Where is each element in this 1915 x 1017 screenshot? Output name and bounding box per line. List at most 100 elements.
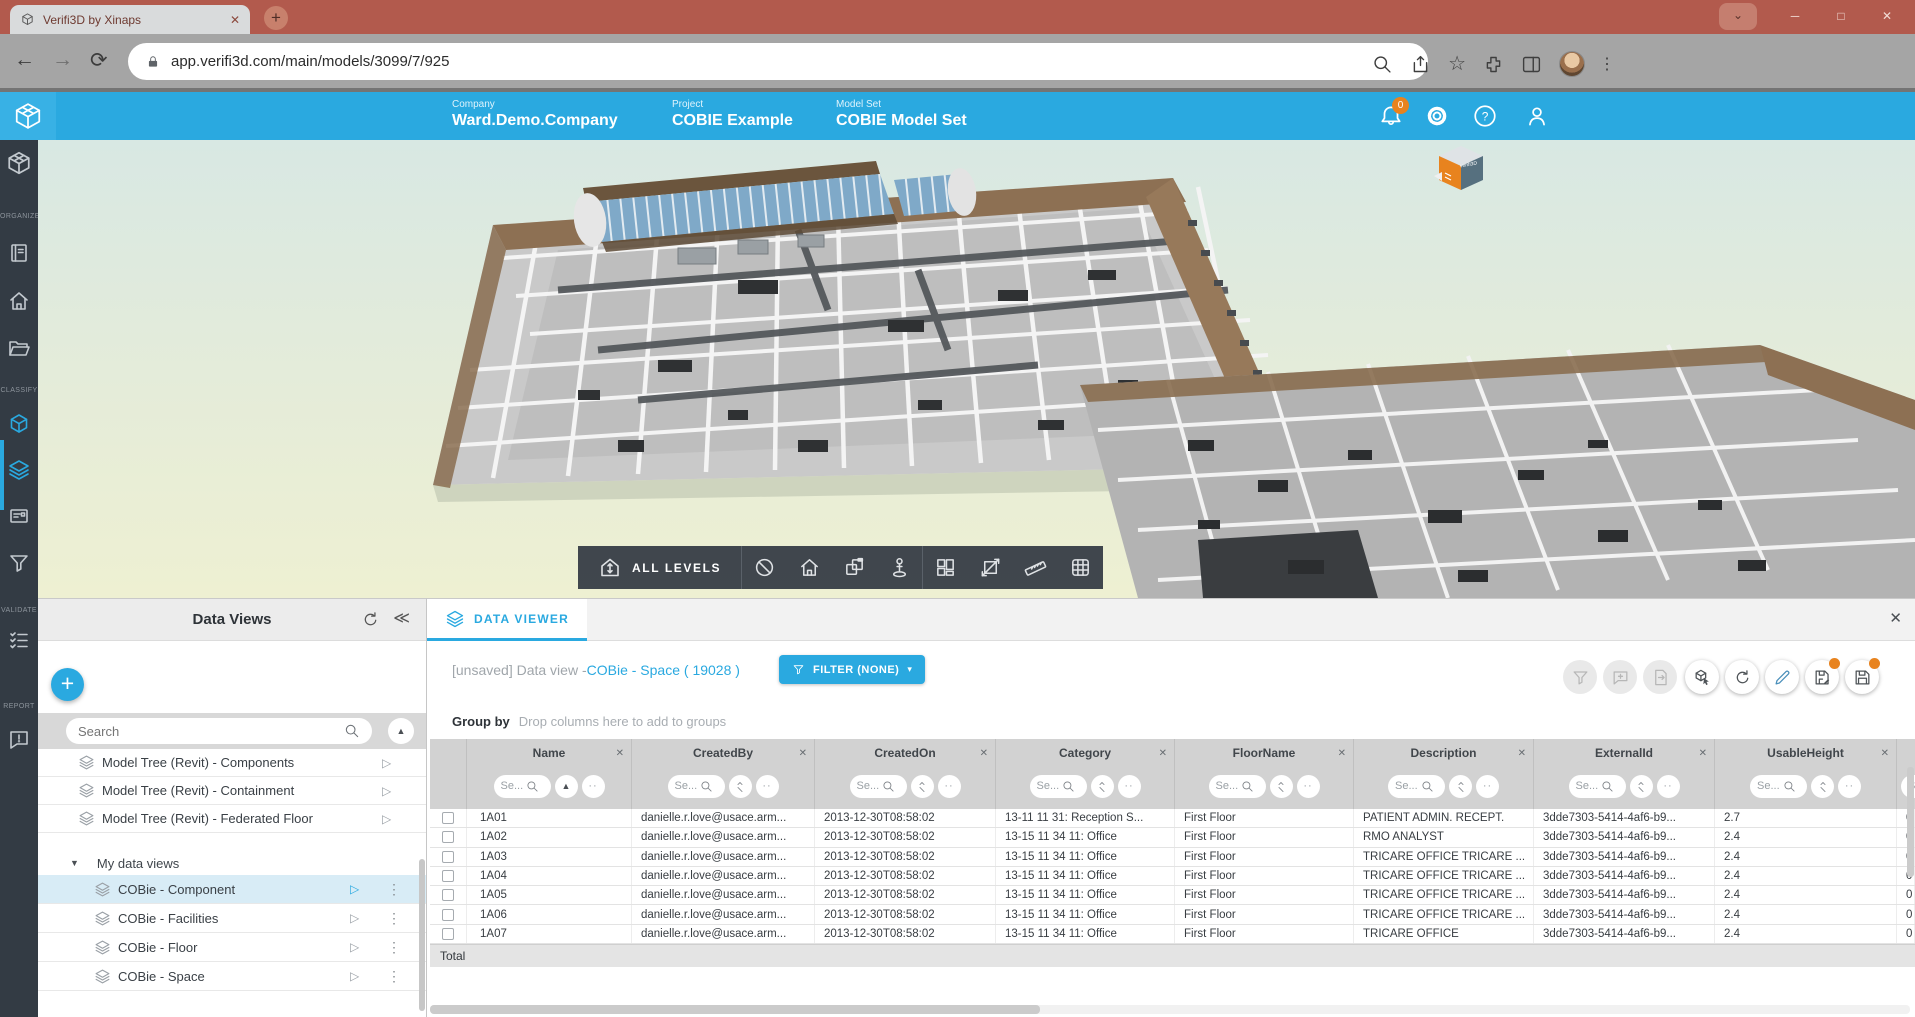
- project-group[interactable]: Project COBIE Example: [672, 99, 793, 130]
- sort-button[interactable]: [729, 775, 752, 798]
- table-row[interactable]: 1A03danielle.r.love@usace.arm...2013-12-…: [430, 848, 1915, 867]
- remove-column-icon[interactable]: ✕: [980, 748, 988, 759]
- filter-tool-button[interactable]: [1563, 660, 1597, 694]
- dataview-item[interactable]: Model Tree (Revit) - Containment ▷: [38, 777, 426, 805]
- export-tool-button[interactable]: [1643, 660, 1677, 694]
- reload-button[interactable]: ⟳: [90, 48, 108, 73]
- split-view-button[interactable]: [923, 546, 968, 589]
- column-menu-button[interactable]: ··: [756, 775, 779, 798]
- remove-column-icon[interactable]: ✕: [1518, 748, 1526, 759]
- dataview-item[interactable]: Model Tree (Revit) - Federated Floor ▷: [38, 805, 426, 833]
- sort-button[interactable]: ▲: [555, 775, 578, 798]
- column-header-ExternalId[interactable]: ExternalId ✕: [1534, 739, 1715, 767]
- kebab-menu-icon[interactable]: ⋮: [387, 881, 401, 898]
- table-row[interactable]: 1A02danielle.r.love@usace.arm...2013-12-…: [430, 828, 1915, 847]
- play-icon[interactable]: ▷: [382, 812, 391, 826]
- table-row[interactable]: 1A01danielle.r.love@usace.arm...2013-12-…: [430, 809, 1915, 828]
- dataview-item[interactable]: COBie - Component ▷ ⋮: [38, 875, 426, 904]
- column-search-input[interactable]: Se...: [1569, 775, 1626, 798]
- column-menu-button[interactable]: ··: [1476, 775, 1499, 798]
- column-menu-button[interactable]: ··: [938, 775, 961, 798]
- column-header-CreatedBy[interactable]: CreatedBy ✕: [632, 739, 815, 767]
- sort-button[interactable]: [1630, 775, 1653, 798]
- column-menu-button[interactable]: ··: [582, 775, 605, 798]
- column-menu-button[interactable]: ··: [1118, 775, 1141, 798]
- row-checkbox[interactable]: [442, 812, 454, 824]
- home-view-button[interactable]: [787, 546, 832, 589]
- scrollbar-thumb[interactable]: [430, 1005, 1040, 1014]
- kebab-menu-icon[interactable]: ⋮: [387, 939, 401, 956]
- column-search-input[interactable]: Se...: [850, 775, 907, 798]
- all-levels-button[interactable]: ALL LEVELS: [578, 546, 741, 589]
- report-comment-icon[interactable]: [7, 728, 31, 752]
- table-vertical-scrollbar[interactable]: [1907, 767, 1914, 877]
- forward-button[interactable]: →: [52, 48, 73, 72]
- remove-column-icon[interactable]: ✕: [799, 748, 807, 759]
- column-search-input[interactable]: Se...: [1209, 775, 1266, 798]
- browser-tab[interactable]: Verifi3D by Xinaps ✕: [10, 5, 250, 34]
- app-logo[interactable]: [0, 92, 56, 140]
- dataview-group[interactable]: ▼ My data views: [38, 851, 426, 875]
- row-checkbox[interactable]: [442, 851, 454, 863]
- back-button[interactable]: ←: [14, 48, 35, 72]
- table-row[interactable]: 1A04danielle.r.love@usace.arm...2013-12-…: [430, 867, 1915, 886]
- row-checkbox[interactable]: [442, 909, 454, 921]
- kebab-menu-icon[interactable]: ⋮: [387, 910, 401, 927]
- checklist-icon[interactable]: [7, 628, 31, 652]
- column-search-input[interactable]: Se...: [494, 775, 551, 798]
- measure-button[interactable]: [1013, 546, 1058, 589]
- search-pill[interactable]: [66, 718, 372, 744]
- row-checkbox[interactable]: [442, 889, 454, 901]
- browser-avatar[interactable]: [1559, 51, 1585, 77]
- sort-button[interactable]: [1270, 775, 1293, 798]
- hide-elements-button[interactable]: [742, 546, 787, 589]
- filter-funnel-icon[interactable]: [7, 551, 31, 575]
- play-icon[interactable]: ▷: [382, 784, 391, 798]
- window-minimize-button[interactable]: ─: [1773, 3, 1817, 30]
- column-menu-button[interactable]: ··: [1838, 775, 1861, 798]
- first-person-button[interactable]: [877, 546, 922, 589]
- remove-column-icon[interactable]: ✕: [616, 748, 624, 759]
- kebab-menu-icon[interactable]: ⋮: [387, 968, 401, 985]
- dataview-item[interactable]: COBie - Facilities ▷ ⋮: [38, 904, 426, 933]
- group-by-row[interactable]: Group by Drop columns here to add to gro…: [427, 703, 1915, 739]
- remove-column-icon[interactable]: ✕: [1338, 748, 1346, 759]
- comment-tool-button[interactable]: [1603, 660, 1637, 694]
- collapse-panel-icon[interactable]: ≪: [393, 608, 410, 628]
- play-icon[interactable]: ▷: [350, 911, 359, 925]
- column-header-Name[interactable]: Name ✕: [467, 739, 632, 767]
- column-header-Category[interactable]: Category ✕: [996, 739, 1175, 767]
- table-horizontal-scrollbar[interactable]: [430, 1005, 1910, 1014]
- sort-button[interactable]: [1091, 775, 1114, 798]
- extensions-puzzle-icon[interactable]: [1483, 54, 1504, 75]
- column-header-FloorName[interactable]: FloorName ✕: [1175, 739, 1354, 767]
- remove-column-icon[interactable]: ✕: [1699, 748, 1707, 759]
- row-checkbox[interactable]: [442, 928, 454, 940]
- column-header-CreatedOn[interactable]: CreatedOn ✕: [815, 739, 996, 767]
- row-checkbox[interactable]: [442, 870, 454, 882]
- sort-button[interactable]: [1811, 775, 1834, 798]
- modelset-group[interactable]: Model Set COBIE Model Set: [836, 99, 967, 130]
- close-panel-icon[interactable]: ✕: [1889, 609, 1902, 627]
- play-icon[interactable]: ▷: [350, 940, 359, 954]
- new-tab-button[interactable]: +: [264, 6, 288, 30]
- tab-close-icon[interactable]: ✕: [230, 13, 240, 27]
- grid-button[interactable]: [1058, 546, 1103, 589]
- url-bar[interactable]: app.verifi3d.com/main/models/3099/7/925: [128, 43, 1428, 80]
- column-menu-button[interactable]: ··: [1657, 775, 1680, 798]
- tab-data-viewer[interactable]: DATA VIEWER: [427, 599, 587, 641]
- tree-scrollbar[interactable]: [419, 859, 425, 1011]
- folder-icon[interactable]: [7, 336, 31, 360]
- play-icon[interactable]: ▷: [350, 882, 359, 896]
- classification-card-icon[interactable]: [7, 504, 31, 528]
- save-button[interactable]: [1845, 660, 1879, 694]
- save-as-button[interactable]: [1805, 660, 1839, 694]
- edit-button[interactable]: [1765, 660, 1799, 694]
- help-icon[interactable]: ?: [1472, 103, 1498, 129]
- side-panel-icon[interactable]: [1521, 54, 1542, 75]
- home-icon[interactable]: [7, 289, 31, 313]
- 3d-viewport[interactable]: ALL LEVELS verifi3D: [38, 140, 1915, 598]
- refresh-table-button[interactable]: [1725, 660, 1759, 694]
- dataview-name-link[interactable]: COBie - Space ( 19028 ): [587, 662, 740, 678]
- row-checkbox[interactable]: [442, 831, 454, 843]
